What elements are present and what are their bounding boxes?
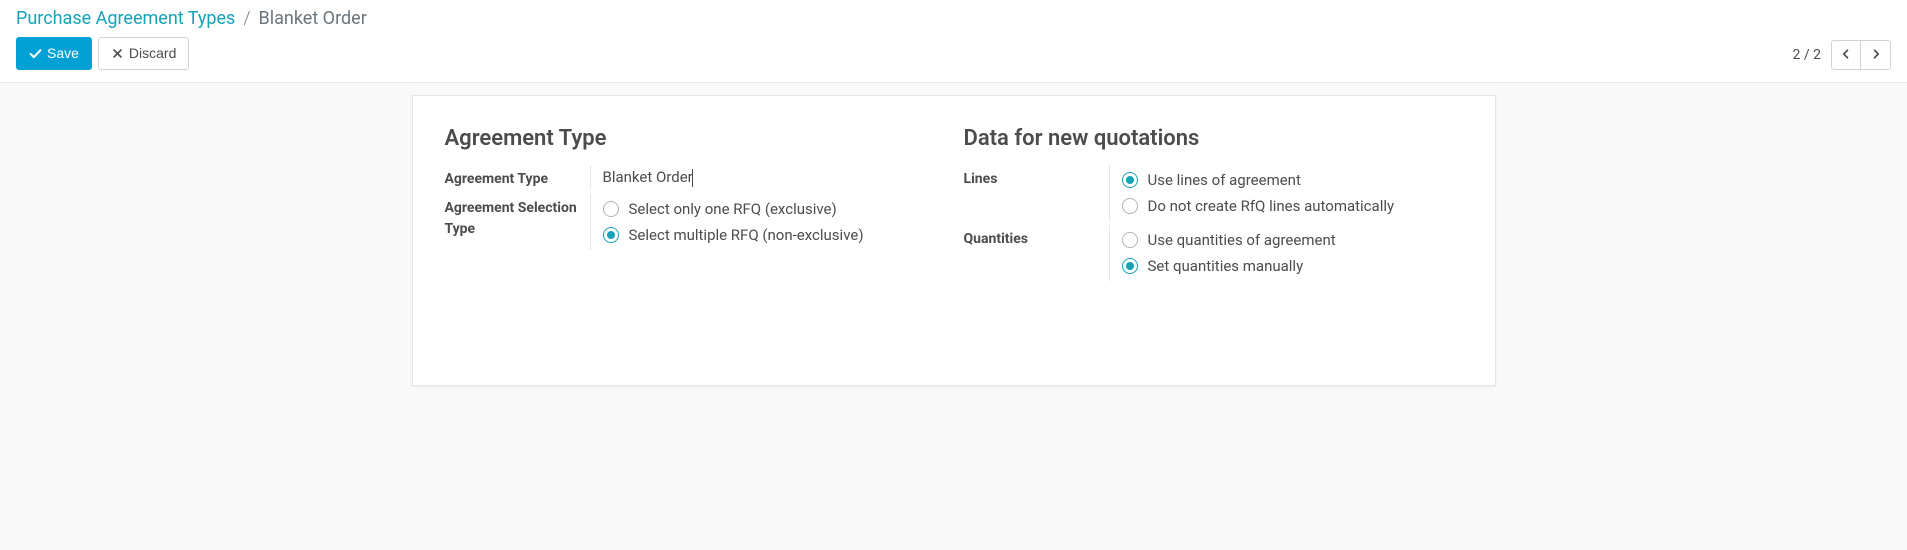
discard-button[interactable]: Discard: [98, 37, 189, 70]
form-columns: Agreement Type Agreement Type Blanket Or…: [445, 126, 1463, 285]
field-value-quantities: Use quantities of agreement Set quantiti…: [1109, 225, 1463, 281]
section-title-agreement-type: Agreement Type: [445, 126, 944, 151]
radio-icon: [1122, 258, 1138, 274]
discard-button-label: Discard: [129, 43, 176, 64]
radio-option-use-quantities[interactable]: Use quantities of agreement: [1122, 227, 1463, 253]
breadcrumb-separator: /: [243, 8, 250, 29]
radio-icon: [603, 227, 619, 243]
form-sheet: Agreement Type Agreement Type Blanket Or…: [412, 95, 1496, 386]
field-row-quantities: Quantities Use quantities of agreement S…: [964, 225, 1463, 281]
field-label-quantities: Quantities: [964, 225, 1109, 250]
agreement-type-input-wrapper[interactable]: Blanket Order: [603, 167, 693, 187]
radio-label: Set quantities manually: [1148, 257, 1304, 275]
save-button[interactable]: Save: [16, 37, 92, 70]
radio-option-use-lines[interactable]: Use lines of agreement: [1122, 167, 1463, 193]
field-value-selection-type: Select only one RFQ (exclusive) Select m…: [590, 194, 944, 250]
check-icon: [29, 47, 42, 60]
radio-label: Use lines of agreement: [1148, 171, 1301, 189]
radio-option-non-exclusive[interactable]: Select multiple RFQ (non-exclusive): [603, 222, 944, 248]
agreement-type-input[interactable]: Blanket Order: [603, 166, 693, 189]
radio-option-no-rfq-lines[interactable]: Do not create RfQ lines automatically: [1122, 193, 1463, 219]
save-button-label: Save: [47, 43, 79, 64]
pager-button-group: [1831, 40, 1891, 70]
radio-option-exclusive[interactable]: Select only one RFQ (exclusive): [603, 196, 944, 222]
field-label-agreement-type: Agreement Type: [445, 165, 590, 190]
chevron-right-icon: [1870, 48, 1882, 63]
field-value-lines: Use lines of agreement Do not create RfQ…: [1109, 165, 1463, 221]
breadcrumb-current: Blanket Order: [259, 8, 367, 29]
radio-option-manual-quantities[interactable]: Set quantities manually: [1122, 253, 1463, 279]
control-left: Purchase Agreement Types / Blanket Order…: [16, 8, 367, 70]
breadcrumb-parent-link[interactable]: Purchase Agreement Types: [16, 8, 235, 29]
pager-text[interactable]: 2 / 2: [1793, 47, 1821, 63]
radio-label: Do not create RfQ lines automatically: [1148, 197, 1395, 215]
breadcrumb: Purchase Agreement Types / Blanket Order: [16, 8, 367, 29]
radio-label: Use quantities of agreement: [1148, 231, 1336, 249]
chevron-left-icon: [1840, 48, 1852, 63]
radio-icon: [603, 201, 619, 217]
field-value-agreement-type: Blanket Order: [590, 165, 944, 189]
radio-icon: [1122, 198, 1138, 214]
radio-icon: [1122, 172, 1138, 188]
control-right: 2 / 2: [1793, 40, 1891, 70]
content-area: Agreement Type Agreement Type Blanket Or…: [0, 83, 1907, 426]
radio-label: Select multiple RFQ (non-exclusive): [629, 226, 864, 244]
button-row: Save Discard: [16, 37, 367, 70]
close-icon: [111, 47, 124, 60]
radio-icon: [1122, 232, 1138, 248]
pager-next-button[interactable]: [1861, 40, 1891, 70]
field-label-selection-type: Agreement Selection Type: [445, 194, 590, 240]
field-row-selection-type: Agreement Selection Type Select only one…: [445, 194, 944, 250]
form-col-left: Agreement Type Agreement Type Blanket Or…: [445, 126, 944, 285]
text-cursor: [692, 169, 693, 187]
section-title-new-quotations: Data for new quotations: [964, 126, 1463, 151]
field-row-agreement-type: Agreement Type Blanket Order: [445, 165, 944, 190]
field-row-lines: Lines Use lines of agreement Do not crea…: [964, 165, 1463, 221]
radio-label: Select only one RFQ (exclusive): [629, 200, 837, 218]
control-panel: Purchase Agreement Types / Blanket Order…: [0, 0, 1907, 83]
pager-prev-button[interactable]: [1831, 40, 1861, 70]
field-label-lines: Lines: [964, 165, 1109, 190]
form-col-right: Data for new quotations Lines Use lines …: [964, 126, 1463, 285]
